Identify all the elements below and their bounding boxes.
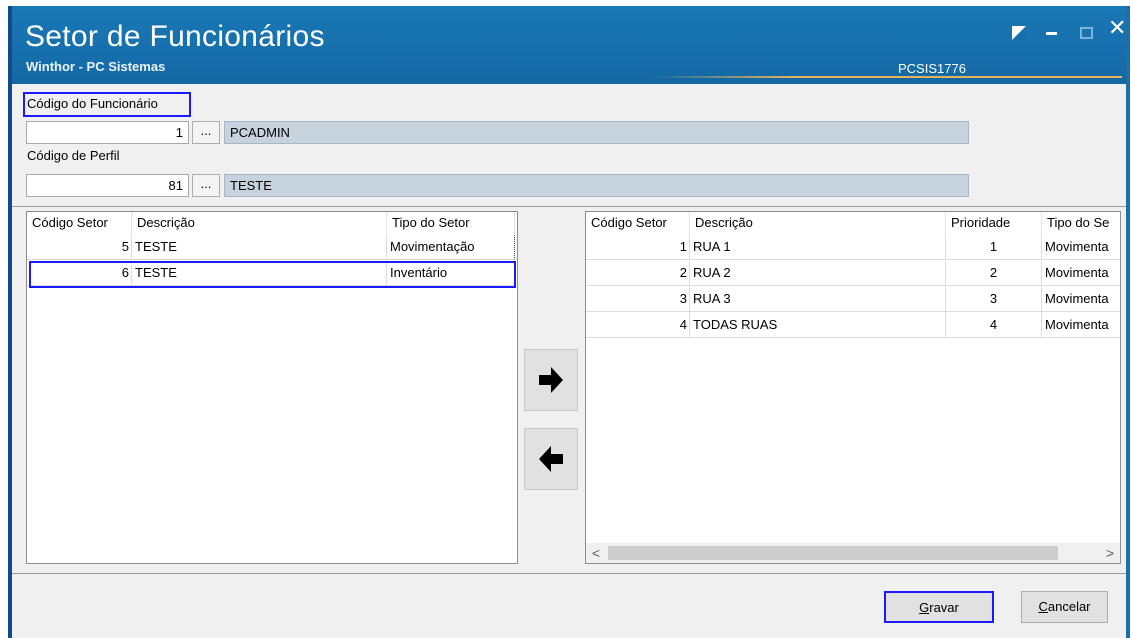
scroll-right-icon[interactable]: > [1100,543,1120,563]
assigned-sectors-grid[interactable]: Código Setor Descrição Prioridade Tipo d… [585,211,1121,564]
save-label: ravar [929,600,959,615]
employee-name-field: PCADMIN [224,121,969,144]
cell-tipo: Movimentação [387,235,515,260]
minimize-icon[interactable] [1046,32,1057,35]
arrow-left-icon [539,446,563,472]
cancel-accel: C [1038,599,1048,614]
program-code: PCSIS1776 [898,61,966,76]
employee-label-highlight [23,92,191,117]
cell-tipo: Movimenta [1042,235,1120,260]
right-header-codigo[interactable]: Código Setor [586,212,690,234]
cell-tipo: Movimenta [1042,261,1120,286]
cell-codigo: 5 [27,235,132,260]
table-row[interactable]: 1 RUA 1 1 Movimenta [586,235,1120,260]
app-window: Setor de Funcionários Winthor - PC Siste… [8,6,1130,638]
title-accent-line [652,76,1122,78]
profile-code-label: Código de Perfil [27,148,120,163]
maximize-icon[interactable] [1080,27,1093,39]
move-left-button[interactable] [524,428,578,490]
employee-lookup-button[interactable]: ... [192,121,220,144]
employee-code-field[interactable]: 1 [26,121,189,144]
move-right-button[interactable] [524,349,578,411]
save-accel: G [919,600,930,615]
scroll-thumb[interactable] [608,546,1058,560]
save-button[interactable]: Gravar [884,591,994,623]
cell-codigo: 3 [586,287,690,312]
left-header-tipo[interactable]: Tipo do Setor [387,212,515,234]
row-highlight [29,261,516,288]
right-grid-header: Código Setor Descrição Prioridade Tipo d… [586,212,1120,234]
profile-name-field: TESTE [224,174,969,197]
cell-descricao: RUA 2 [690,261,946,286]
cell-descricao: TODAS RUAS [690,313,946,338]
window-subtitle: Winthor - PC Sistemas [26,59,166,74]
title-bar: Setor de Funcionários Winthor - PC Siste… [12,6,1126,84]
cell-prioridade: 1 [946,235,1042,260]
cell-tipo: Movimenta [1042,287,1120,312]
cell-descricao: RUA 1 [690,235,946,260]
table-row[interactable]: 2 RUA 2 2 Movimenta [586,261,1120,286]
cell-codigo: 4 [586,313,690,338]
restore-icon[interactable] [1011,25,1027,41]
cancel-label: ancelar [1047,599,1091,614]
cell-prioridade: 2 [946,261,1042,286]
left-header-descricao[interactable]: Descrição [132,212,387,234]
right-header-tipo[interactable]: Tipo do Se [1042,212,1120,234]
cell-descricao: TESTE [132,235,387,260]
cell-descricao: RUA 3 [690,287,946,312]
left-header-codigo[interactable]: Código Setor [27,212,132,234]
cell-prioridade: 3 [946,287,1042,312]
cell-codigo: 2 [586,261,690,286]
scroll-left-icon[interactable]: < [586,543,606,563]
table-row[interactable]: 4 TODAS RUAS 4 Movimenta [586,313,1120,338]
profile-lookup-button[interactable]: ... [192,174,220,197]
close-icon[interactable]: ✕ [1108,17,1126,39]
horizontal-scrollbar[interactable]: < > [586,543,1120,563]
window-title: Setor de Funcionários [25,20,325,53]
profile-code-field[interactable]: 81 [26,174,189,197]
table-row[interactable]: 3 RUA 3 3 Movimenta [586,287,1120,312]
available-sectors-grid[interactable]: Código Setor Descrição Tipo do Setor 5 T… [26,211,518,564]
right-header-descricao[interactable]: Descrição [690,212,946,234]
cell-tipo: Movimenta [1042,313,1120,338]
section-divider [12,206,1126,207]
footer-bar: Gravar Cancelar [12,573,1126,638]
cancel-button[interactable]: Cancelar [1021,591,1108,623]
table-row[interactable]: 5 TESTE Movimentação [27,235,515,260]
right-header-prioridade[interactable]: Prioridade [946,212,1042,234]
cell-codigo: 1 [586,235,690,260]
left-grid-header: Código Setor Descrição Tipo do Setor [27,212,515,234]
cell-prioridade: 4 [946,313,1042,338]
arrow-right-icon [539,367,563,393]
